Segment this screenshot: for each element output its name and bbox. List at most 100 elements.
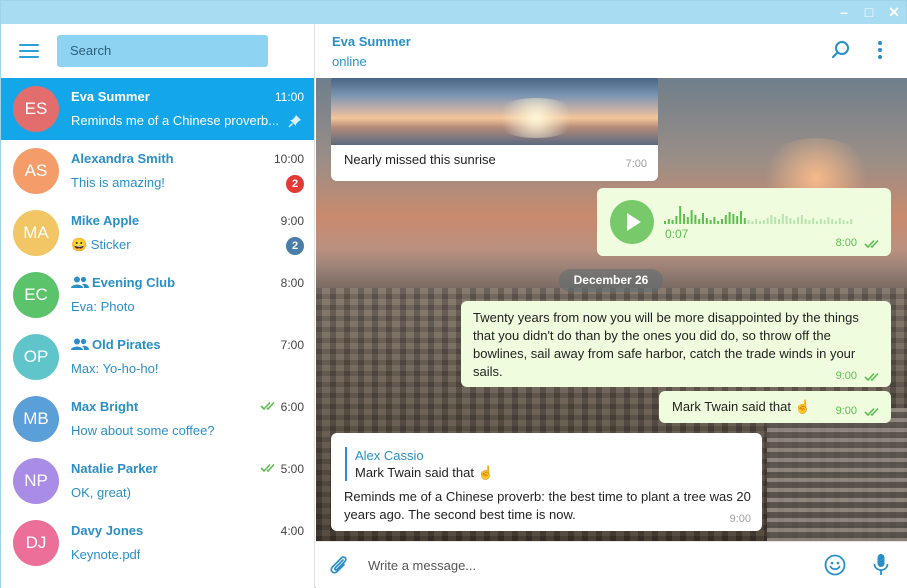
chat-preview: Reminds me of a Chinese proverb...	[71, 113, 280, 128]
message-text: Reminds me of a Chinese proverb: the bes…	[344, 489, 751, 522]
voice-message[interactable]: 0:07 8:00	[597, 188, 891, 256]
reply-quote[interactable]: Alex Cassio Mark Twain said that ☝️	[345, 447, 494, 481]
waveform-bar	[690, 210, 693, 224]
waveform-bar	[842, 220, 845, 224]
message-time: 9:00	[835, 405, 857, 417]
chat-time: 10:00	[273, 152, 304, 166]
chat-item-davy-jones[interactable]: DJ Davy Jones 4:00 Keynote.pdf	[1, 512, 314, 574]
waveform-bar	[709, 220, 712, 224]
emoji-icon[interactable]	[824, 554, 846, 576]
avatar: EC	[13, 272, 59, 318]
message-time: 9:00	[729, 513, 751, 525]
waveform-bar	[804, 219, 807, 224]
waveform-bar	[686, 217, 689, 224]
search-icon[interactable]	[831, 40, 851, 60]
waveform-bar	[789, 218, 792, 224]
waveform-bar	[747, 220, 750, 224]
chat-item-max-bright[interactable]: MB Max Bright 6:00 How about some coffee…	[1, 388, 314, 450]
chat-time: 8:00	[280, 276, 304, 290]
waveform-bar	[732, 214, 735, 224]
chat-time: 6:00	[260, 400, 304, 414]
chat-status: online	[332, 54, 367, 69]
message-time: 7:00	[625, 158, 647, 170]
outgoing-message[interactable]: Mark Twain said that ☝️ 9:00	[659, 391, 891, 423]
waveform-bar	[831, 219, 834, 224]
message-time: 9:00	[835, 370, 857, 382]
double-check-icon	[864, 372, 879, 382]
waveform-bar	[827, 217, 830, 224]
chat-preview: How about some coffee?	[71, 423, 215, 438]
waveform-bar	[683, 214, 685, 224]
avatar: NP	[13, 458, 59, 504]
message-composer	[316, 541, 907, 588]
photo-message[interactable]: Nearly missed this sunrise 7:00	[331, 78, 658, 181]
incoming-reply-message[interactable]: Alex Cassio Mark Twain said that ☝️ Remi…	[331, 433, 762, 531]
chat-item-alexandra-smith[interactable]: AS Alexandra Smith 10:00 This is amazing…	[1, 140, 314, 202]
chat-name: Max Bright	[71, 399, 139, 414]
waveform-bar	[736, 216, 739, 224]
waveform-bar	[808, 220, 811, 224]
play-icon	[627, 213, 641, 231]
waveform-bar	[793, 220, 796, 224]
message-input[interactable]	[368, 542, 808, 588]
waveform-bar	[717, 221, 720, 224]
waveform-bar	[751, 221, 754, 224]
play-button[interactable]	[610, 200, 654, 244]
chat-list: ES Eva Summer 11:00 Reminds me of a Chin…	[1, 78, 314, 574]
message-time: 8:00	[835, 237, 857, 249]
chat-item-evening-club[interactable]: EC Evening Club 8:00 Eva: Photo	[1, 264, 314, 326]
avatar: ES	[13, 86, 59, 132]
chat-item-mike-apple[interactable]: MA Mike Apple 9:00 😀 Sticker 2	[1, 202, 314, 264]
waveform-bar	[770, 215, 773, 224]
chat-name-text: Old Pirates	[92, 337, 161, 352]
waveform-bar	[698, 219, 701, 224]
menu-icon[interactable]	[19, 44, 39, 58]
chat-preview: This is amazing!	[71, 175, 165, 190]
outgoing-message[interactable]: Twenty years from now you will be more d…	[461, 301, 891, 387]
group-icon	[71, 276, 89, 288]
maximize-button[interactable]: □	[858, 3, 880, 22]
title-bar: – □ ✕	[1, 1, 906, 24]
waveform-bar	[667, 219, 670, 224]
chat-background: Nearly missed this sunrise 7:00 0:07 8:0…	[316, 78, 907, 541]
close-button[interactable]: ✕	[883, 3, 905, 22]
paperclip-icon[interactable]	[328, 554, 350, 576]
photo-caption: Nearly missed this sunrise	[344, 152, 496, 167]
sunrise-photo[interactable]	[331, 78, 658, 145]
chat-name: Davy Jones	[71, 523, 144, 538]
waveform-bar	[762, 220, 765, 224]
chat-item-old-pirates[interactable]: OP Old Pirates 7:00 Max: Yo-ho-ho!	[1, 326, 314, 388]
sidebar: Search ES Eva Summer 11:00 Reminds me of…	[1, 24, 315, 588]
chat-time: 5:00	[260, 462, 304, 476]
avatar: MB	[13, 396, 59, 442]
waveform-bar	[781, 214, 784, 224]
message-text: Twenty years from now you will be more d…	[473, 310, 859, 379]
waveform-bar	[812, 218, 815, 224]
more-vertical-icon[interactable]	[874, 40, 886, 60]
search-input[interactable]: Search	[57, 35, 268, 67]
chat-title[interactable]: Eva Summer	[332, 34, 411, 49]
reply-author: Alex Cassio	[355, 448, 424, 463]
chat-time-text: 5:00	[280, 462, 304, 476]
waveform-bar	[835, 221, 837, 224]
sidebar-header: Search	[1, 24, 314, 78]
chat-item-natalie-parker[interactable]: NP Natalie Parker 5:00 OK, great)	[1, 450, 314, 512]
waveform-bar	[721, 219, 723, 224]
chat-name: Natalie Parker	[71, 461, 158, 476]
waveform-bar	[823, 220, 826, 224]
chat-header: Eva Summer online	[316, 24, 907, 78]
double-check-icon	[864, 407, 879, 417]
minimize-button[interactable]: –	[833, 3, 855, 22]
waveform-bar	[755, 219, 758, 224]
preview-text: Yo-ho-ho!	[102, 361, 159, 376]
chat-item-eva-summer[interactable]: ES Eva Summer 11:00 Reminds me of a Chin…	[1, 78, 314, 140]
waveform	[664, 206, 853, 224]
chat-preview: 😀 Sticker	[71, 237, 131, 252]
chat-time: 11:00	[274, 90, 304, 104]
avatar: OP	[13, 334, 59, 380]
reply-text: Mark Twain said that ☝️	[355, 465, 494, 480]
waveform-bar	[778, 219, 780, 224]
waveform-bar	[694, 215, 697, 224]
waveform-bar	[759, 221, 761, 224]
microphone-icon[interactable]	[873, 553, 889, 577]
